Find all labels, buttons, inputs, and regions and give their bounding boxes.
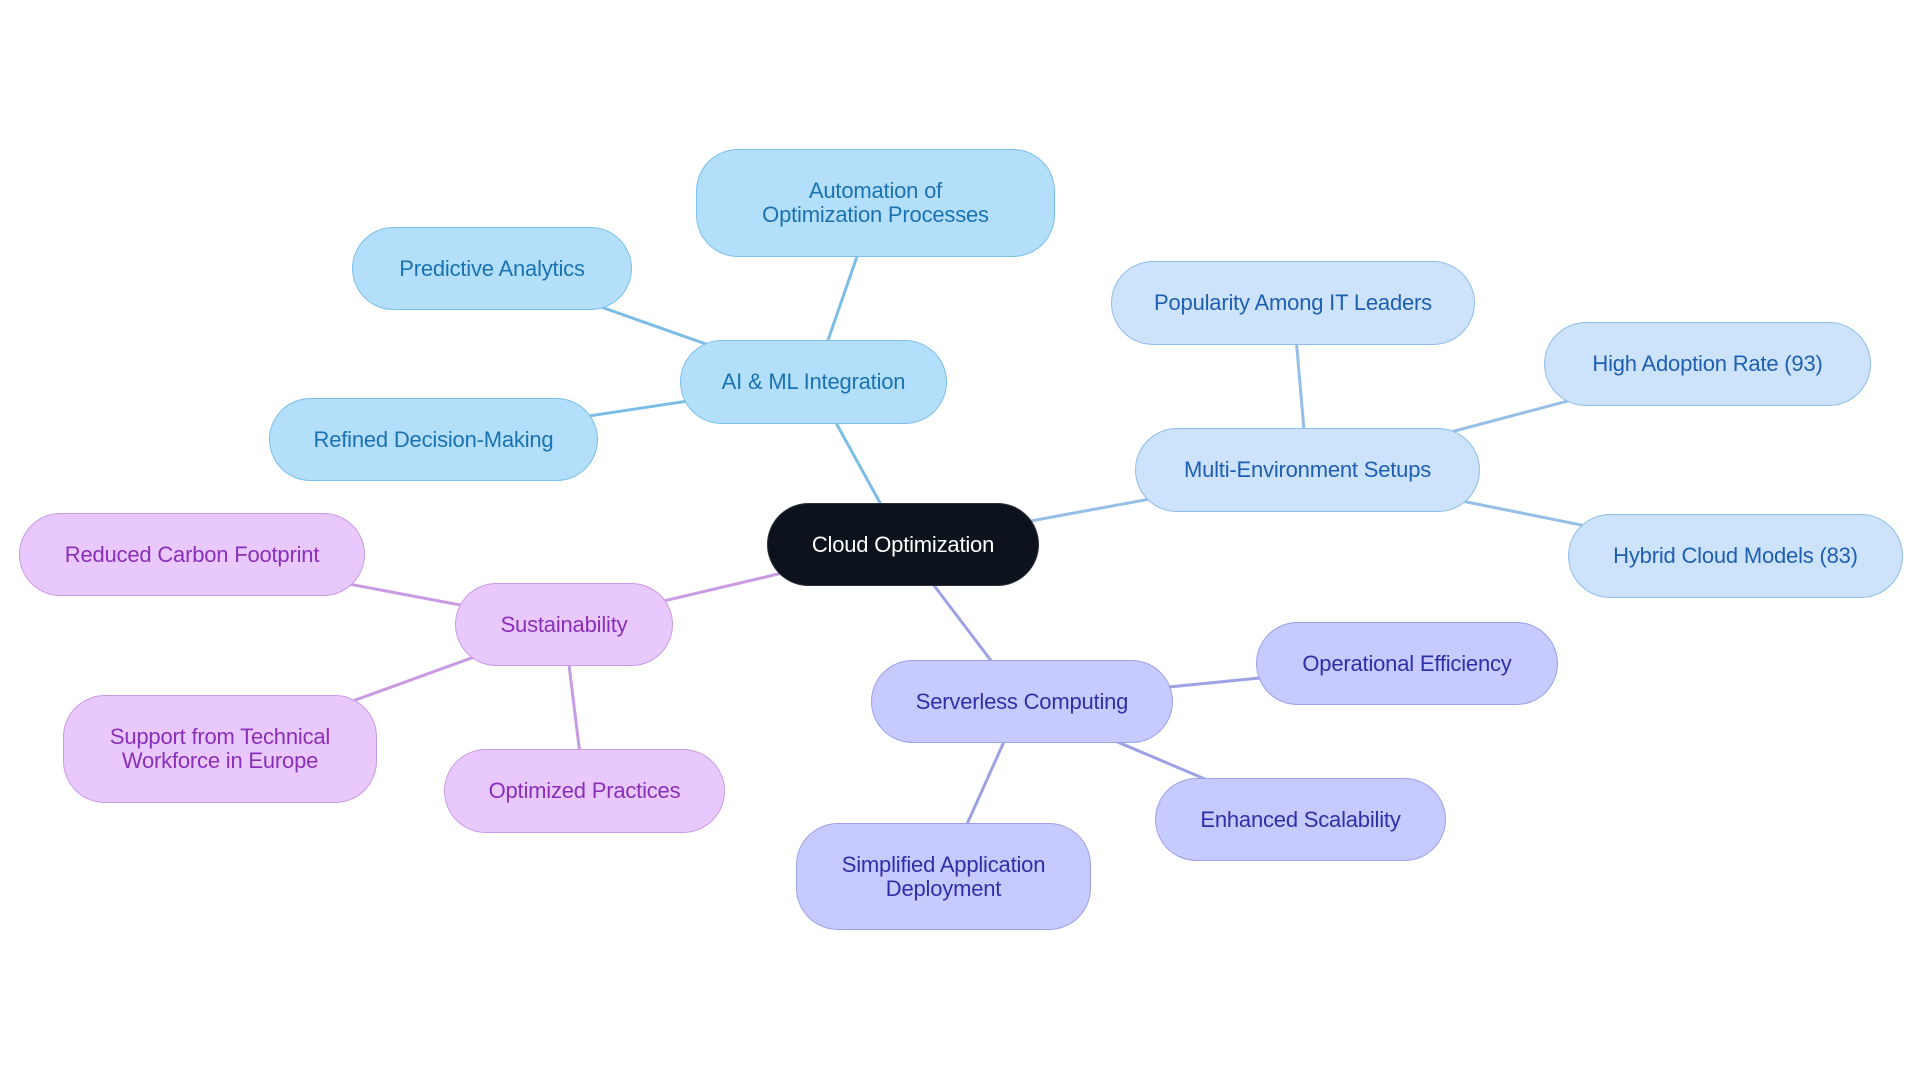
node-label: Automation of Optimization Processes — [762, 178, 989, 227]
leaf-node-high-adoption-rate[interactable]: High Adoption Rate (93) — [1544, 322, 1871, 406]
root-node-cloud-optimization[interactable]: Cloud Optimization — [767, 503, 1039, 586]
branch-node-sustainability[interactable]: Sustainability — [455, 583, 673, 666]
leaf-node-popularity-among-it-leaders[interactable]: Popularity Among IT Leaders — [1111, 261, 1475, 345]
node-label: Simplified Application Deployment — [841, 851, 1046, 901]
node-label: Refined Decision-Making — [313, 426, 554, 452]
leaf-node-support-from-technical-workforce-in-europe[interactable]: Support from Technical Workforce in Euro… — [63, 695, 377, 803]
leaf-node-simplified-application-deployment[interactable]: Simplified Application Deployment — [796, 823, 1091, 930]
node-label: High Adoption Rate (93) — [1592, 351, 1823, 376]
node-label: Optimized Practices — [488, 778, 681, 803]
node-label: Sustainability — [500, 611, 628, 637]
node-label: Popularity Among IT Leaders — [1154, 290, 1432, 315]
node-label: Reduced Carbon Footprint — [64, 541, 320, 567]
node-label: Cloud Optimization — [811, 531, 995, 557]
node-label: Serverless Computing — [915, 688, 1129, 714]
leaf-node-enhanced-scalability[interactable]: Enhanced Scalability — [1155, 778, 1446, 861]
node-label: Multi-Environment Setups — [1183, 457, 1432, 482]
leaf-node-automation-of-optimization-processes[interactable]: Automation of Optimization Processes — [696, 149, 1055, 257]
branch-node-serverless-computing[interactable]: Serverless Computing — [871, 660, 1173, 743]
node-label: Enhanced Scalability — [1200, 806, 1401, 832]
leaf-node-refined-decision-making[interactable]: Refined Decision-Making — [269, 398, 598, 481]
leaf-node-reduced-carbon-footprint[interactable]: Reduced Carbon Footprint — [19, 513, 365, 596]
leaf-node-hybrid-cloud-models[interactable]: Hybrid Cloud Models (83) — [1568, 514, 1903, 598]
branch-node-ai-ml-integration[interactable]: AI & ML Integration — [680, 340, 947, 424]
node-label: Hybrid Cloud Models (83) — [1613, 543, 1858, 568]
branch-node-multi-environment-setups[interactable]: Multi-Environment Setups — [1135, 428, 1480, 512]
node-label: AI & ML Integration — [721, 369, 906, 394]
leaf-node-operational-efficiency[interactable]: Operational Efficiency — [1256, 622, 1558, 705]
node-label: Predictive Analytics — [399, 255, 585, 281]
node-label: Operational Efficiency — [1302, 650, 1512, 676]
leaf-node-predictive-analytics[interactable]: Predictive Analytics — [352, 227, 632, 310]
leaf-node-optimized-practices[interactable]: Optimized Practices — [444, 749, 725, 833]
node-label: Support from Technical Workforce in Euro… — [109, 724, 331, 773]
